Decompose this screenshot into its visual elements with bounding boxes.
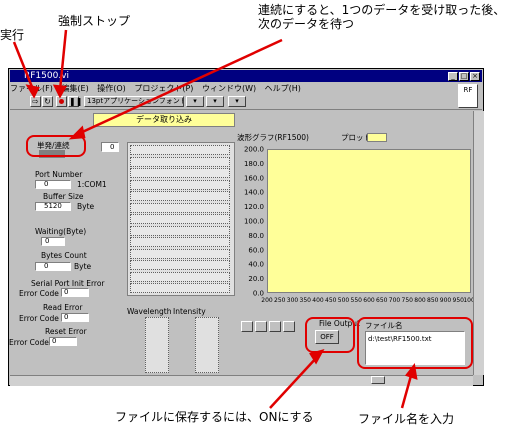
continuous-arrow-head <box>68 125 86 140</box>
run-arrow <box>12 41 36 93</box>
continuous-arrow <box>77 38 283 136</box>
save-on-arrow <box>269 355 319 409</box>
file-name-arrow-head <box>404 362 418 380</box>
stop-arrow <box>58 29 68 91</box>
arrows-overlay <box>12 29 418 409</box>
stop-arrow-head <box>52 84 68 99</box>
run-arrow-head <box>25 84 40 99</box>
